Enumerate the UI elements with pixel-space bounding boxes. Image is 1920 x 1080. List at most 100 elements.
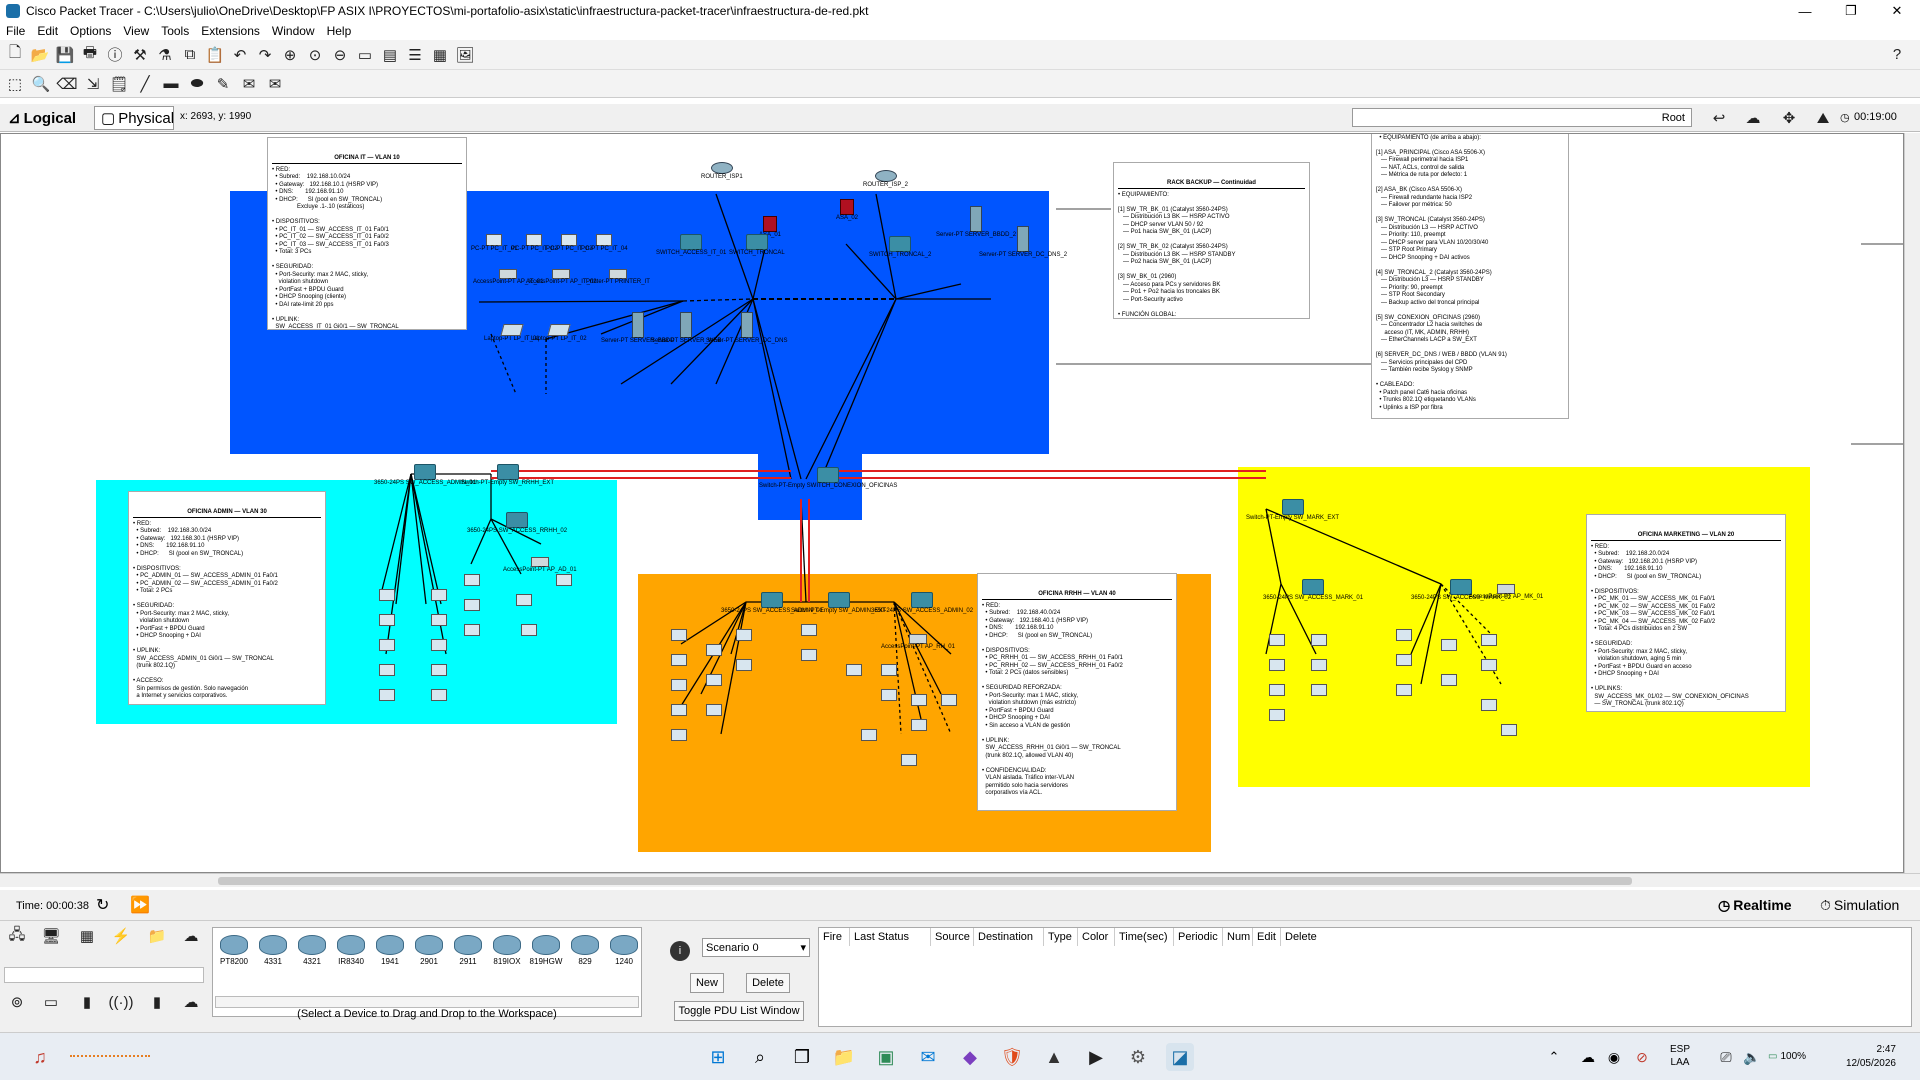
end-device-icon[interactable]: [516, 594, 532, 606]
note-icon[interactable]: 🗒: [108, 73, 130, 95]
laptop-it-02[interactable]: Laptop-PT LP_IT_02: [531, 324, 587, 342]
cloud-icon[interactable]: ☁: [1742, 107, 1764, 129]
device-model-1941[interactable]: 1941: [373, 932, 407, 966]
end-device-icon[interactable]: [706, 674, 722, 686]
zoom-reset-icon[interactable]: ⊙: [304, 44, 326, 66]
steam-icon[interactable]: ◉: [1600, 1043, 1628, 1071]
chevron-up-icon[interactable]: ⌃: [1540, 1043, 1568, 1071]
end-device-icon[interactable]: [911, 694, 927, 706]
network-info-icon[interactable]: ⚒: [129, 44, 151, 66]
menu-window[interactable]: Window: [266, 24, 321, 38]
menu-edit[interactable]: Edit: [31, 24, 64, 38]
scenario-select[interactable]: Scenario 0 ▾: [702, 938, 810, 957]
move-icon[interactable]: ✥: [1778, 107, 1800, 129]
end-device-icon[interactable]: [1269, 684, 1285, 696]
activity-wizard-icon[interactable]: ⚗: [154, 44, 176, 66]
end-device-icon[interactable]: [671, 704, 687, 716]
menu-help[interactable]: Help: [321, 24, 358, 38]
sw-mark-ext[interactable]: Switch-PT-Empty SW_MARK_EXT: [1246, 499, 1339, 521]
col-delete[interactable]: Delete: [1281, 928, 1331, 946]
drawing-palette-icon[interactable]: ▭: [354, 44, 376, 66]
col-color[interactable]: Color: [1078, 928, 1115, 946]
end-device-icon[interactable]: [1481, 659, 1497, 671]
music-app-icon[interactable]: ♫: [26, 1043, 54, 1071]
realtime-tab[interactable]: ◷ Realtime: [1718, 893, 1818, 917]
miscellaneous-icon[interactable]: 📁: [146, 925, 168, 947]
hubs-icon[interactable]: ▮: [76, 991, 98, 1013]
end-device-icon[interactable]: [521, 624, 537, 636]
menu-extensions[interactable]: Extensions: [195, 24, 266, 38]
close-button[interactable]: ✕: [1874, 0, 1920, 22]
note-equipamiento[interactable]: • EQUIPAMIENTO (de arriba a abajo): [1] …: [1371, 134, 1569, 419]
undo-icon[interactable]: ↶: [229, 44, 251, 66]
device-model-4321[interactable]: 4321: [295, 932, 329, 966]
simple-pdu-icon[interactable]: ✉: [238, 73, 260, 95]
end-device-icon[interactable]: [379, 664, 395, 676]
root-path-field[interactable]: Root: [1352, 108, 1692, 127]
end-device-icon[interactable]: [1269, 634, 1285, 646]
end-device-icon[interactable]: [671, 654, 687, 666]
switch-troncal-2[interactable]: SWITCH_TRONCAL_2: [869, 236, 931, 258]
ellipse-icon[interactable]: ⬬: [186, 73, 208, 95]
tab-logical[interactable]: ⊿ Logical: [2, 106, 82, 130]
end-devices-icon[interactable]: 🖥: [40, 925, 62, 947]
note-marketing[interactable]: OFICINA MARKETING — VLAN 20 • RED: • Subr…: [1586, 514, 1786, 712]
volume-icon[interactable]: 🔈: [1738, 1043, 1766, 1071]
end-device-icon[interactable]: [881, 689, 897, 701]
col-time[interactable]: Time(sec): [1115, 928, 1174, 946]
routers-icon[interactable]: ⊚: [6, 991, 28, 1013]
network-devices-icon[interactable]: 🖧: [6, 925, 28, 947]
end-device-icon[interactable]: [801, 624, 817, 636]
end-device-icon[interactable]: [1481, 634, 1497, 646]
switches-icon[interactable]: ▭: [40, 991, 62, 1013]
custom-device-icon[interactable]: ▤: [379, 44, 401, 66]
end-device-icon[interactable]: [431, 664, 447, 676]
security-icon[interactable]: ▮: [146, 991, 168, 1013]
resize-icon[interactable]: ⇲: [82, 73, 104, 95]
end-device-icon[interactable]: [1269, 709, 1285, 721]
menu-options[interactable]: Options: [64, 24, 117, 38]
end-device-icon[interactable]: [736, 629, 752, 641]
device-model-2901[interactable]: 2901: [412, 932, 446, 966]
cluster-icon[interactable]: ▦: [429, 44, 451, 66]
col-fire[interactable]: Fire: [819, 928, 850, 946]
end-device-icon[interactable]: [431, 639, 447, 651]
end-device-icon[interactable]: [1481, 699, 1497, 711]
new-scenario-button[interactable]: New: [690, 973, 724, 993]
rectangle-icon[interactable]: ▬: [160, 73, 182, 95]
connections-icon[interactable]: ⚡: [110, 925, 132, 947]
note-rrhh[interactable]: OFICINA RRHH — VLAN 40 • RED: • Subred: 1…: [977, 573, 1177, 811]
menu-tools[interactable]: Tools: [155, 24, 195, 38]
sw-access-mark-01[interactable]: 3650-24PS SW_ACCESS_MARK_01: [1263, 579, 1363, 601]
end-device-icon[interactable]: [941, 694, 957, 706]
back-icon[interactable]: ↩: [1708, 107, 1730, 129]
inspect-icon[interactable]: 🔍: [30, 73, 52, 95]
environment-icon[interactable]: ⛰: [1812, 107, 1834, 129]
end-device-icon[interactable]: [1396, 629, 1412, 641]
end-device-icon[interactable]: [1311, 634, 1327, 646]
store-icon[interactable]: ▣: [872, 1043, 900, 1071]
device-model-819hgw[interactable]: 819HGW: [529, 932, 563, 966]
components-icon[interactable]: ▦: [76, 925, 98, 947]
end-device-icon[interactable]: [801, 649, 817, 661]
select-icon[interactable]: ⬚: [4, 73, 26, 95]
end-device-icon[interactable]: [464, 599, 480, 611]
note-it[interactable]: OFICINA IT — VLAN 10 • RED: • Subred: 192…: [267, 137, 467, 330]
task-view-icon[interactable]: ❐: [788, 1043, 816, 1071]
file-explorer-icon[interactable]: 📁: [830, 1043, 858, 1071]
server-dc-dns[interactable]: Server-PT SERVER_DC_DNS: [706, 312, 787, 344]
multiuser-icon[interactable]: ☁: [180, 925, 202, 947]
end-device-icon[interactable]: [911, 719, 927, 731]
scroll-thumb[interactable]: [218, 877, 1632, 885]
cloud-sync-icon[interactable]: ☁: [1574, 1043, 1602, 1071]
outlook-icon[interactable]: ✉: [914, 1043, 942, 1071]
fast-forward-icon[interactable]: ⏩: [130, 895, 150, 915]
zoom-out-icon[interactable]: ⊖: [329, 44, 351, 66]
end-device-icon[interactable]: [706, 704, 722, 716]
packet-tracer-taskbar-icon[interactable]: ◪: [1166, 1043, 1194, 1071]
brave-icon[interactable]: 🛡: [998, 1043, 1026, 1071]
end-device-icon[interactable]: [464, 624, 480, 636]
end-device-icon[interactable]: [379, 589, 395, 601]
paste-icon[interactable]: 📋: [204, 44, 226, 66]
end-device-icon[interactable]: [671, 729, 687, 741]
